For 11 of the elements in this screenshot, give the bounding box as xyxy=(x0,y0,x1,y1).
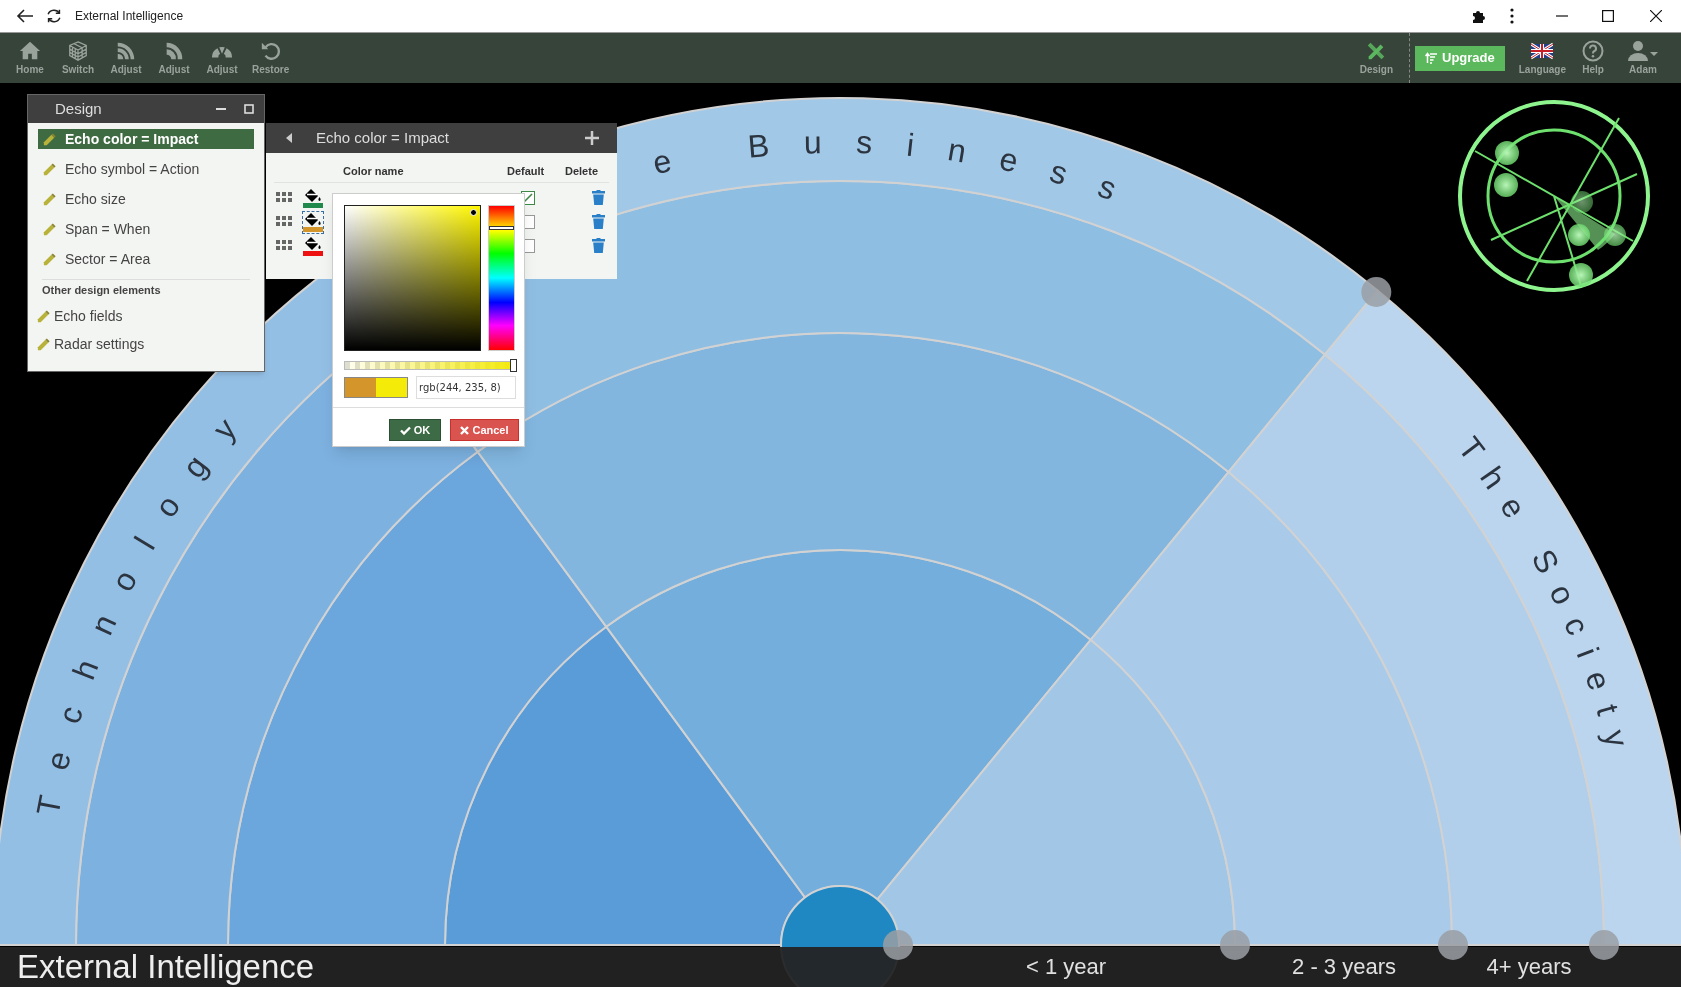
column-header: Color name xyxy=(343,164,404,179)
panel-title: Echo color = Impact xyxy=(316,127,450,148)
footer-title: External Intelligence xyxy=(17,947,315,987)
section-heading: Other design elements xyxy=(41,283,162,298)
column-header: Delete xyxy=(565,164,599,179)
time-span-label: < 1 year xyxy=(1025,953,1107,981)
window-title: External Intelligence xyxy=(75,8,184,25)
column-header: Default xyxy=(507,164,545,179)
time-span-label: 2 - 3 years xyxy=(1292,953,1396,981)
panel-title: Design xyxy=(55,98,103,119)
time-span-label: 4+ years xyxy=(1486,953,1572,981)
